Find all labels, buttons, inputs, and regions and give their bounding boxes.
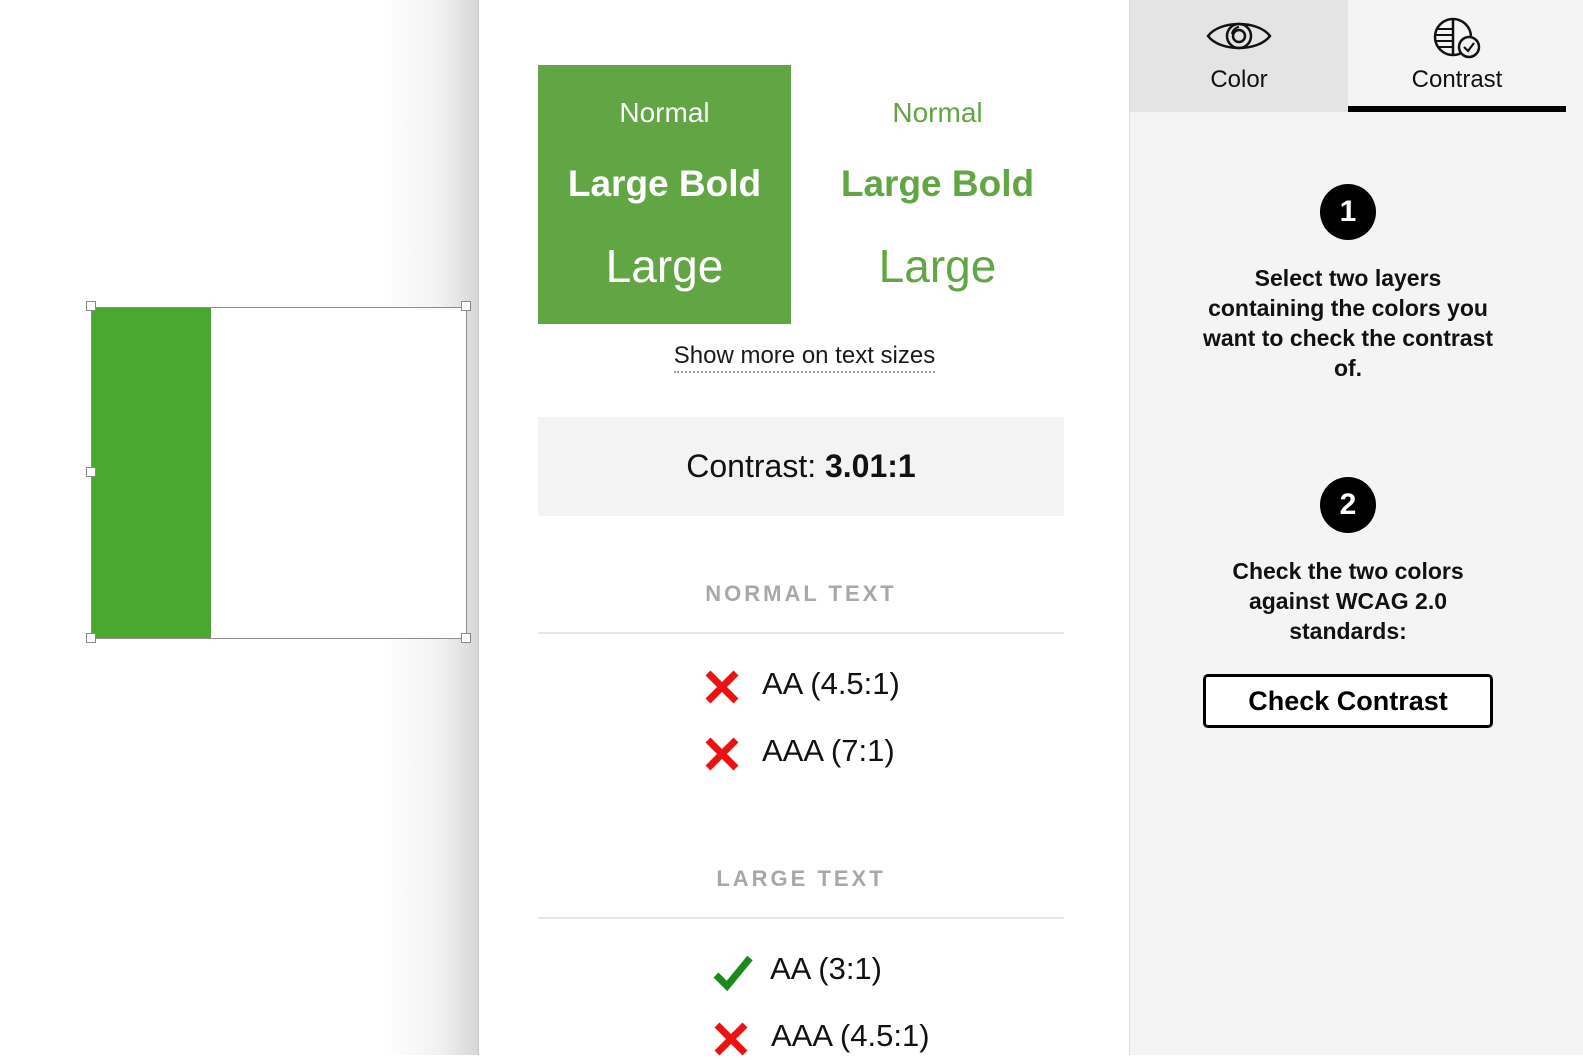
result-label: AA (3:1)	[770, 951, 882, 986]
preview-large-bold-text: Large Bold	[567, 163, 762, 204]
resize-handle-bottom-left[interactable]	[86, 633, 96, 643]
pass-check-icon	[713, 955, 753, 992]
contrast-label: Contrast:	[686, 448, 817, 484]
resize-handle-top-left[interactable]	[86, 301, 96, 311]
step-number-badge: 1	[1320, 184, 1376, 240]
result-row-large-aa: AA (3:1)	[479, 949, 1130, 993]
preview-large-bold-text: Large Bold	[840, 163, 1035, 204]
result-label: AAA (4.5:1)	[771, 1018, 930, 1053]
step-number-badge: 2	[1320, 477, 1376, 533]
preview-normal-text: Normal	[619, 97, 710, 128]
contrast-results-panel: Normal Large Bold Large Normal Large Bol…	[478, 0, 1130, 1056]
plugin-sidebar: Color Contrast 1 Select two layers conta…	[1129, 0, 1583, 1055]
preview-on-green: Normal Large Bold Large	[538, 65, 791, 324]
white-rectangle-layer[interactable]	[211, 308, 466, 638]
tab-contrast-label: Contrast	[1411, 66, 1503, 93]
contrast-icon	[1433, 17, 1481, 59]
result-row-large-aaa: AAA (4.5:1)	[479, 1016, 1130, 1060]
tab-contrast[interactable]: Contrast	[1348, 0, 1566, 112]
tab-bar: Color Contrast	[1130, 0, 1583, 112]
preview-large-text: Large	[878, 240, 997, 292]
tab-color[interactable]: Color	[1130, 0, 1348, 112]
section-heading-large-text: LARGE TEXT	[716, 866, 886, 891]
check-contrast-button[interactable]: Check Contrast	[1203, 674, 1493, 728]
step-instruction: Select two layers containing the colors …	[1202, 265, 1494, 381]
preview-normal-text: Normal	[892, 97, 983, 128]
divider	[538, 632, 1064, 634]
contrast-value: 3.01:1	[824, 448, 916, 484]
section-heading-normal-text: NORMAL TEXT	[705, 581, 897, 606]
result-label: AA (4.5:1)	[762, 666, 900, 701]
resize-handle-bottom-right[interactable]	[461, 633, 471, 643]
divider	[538, 917, 1064, 919]
show-more-text-sizes-link[interactable]: Show more on text sizes	[673, 342, 936, 373]
result-label: AAA (7:1)	[762, 733, 895, 768]
design-canvas[interactable]	[0, 0, 478, 1055]
fail-x-icon	[705, 737, 739, 771]
fail-x-icon	[705, 670, 739, 704]
resize-handle-top-right[interactable]	[461, 301, 471, 311]
fail-x-icon	[714, 1022, 748, 1056]
result-row-normal-aaa: AAA (7:1)	[479, 731, 1130, 775]
tab-color-label: Color	[1210, 66, 1268, 93]
result-row-normal-aa: AA (4.5:1)	[479, 664, 1130, 708]
preview-on-white: Normal Large Bold Large	[811, 65, 1064, 324]
green-rectangle-layer[interactable]	[92, 308, 211, 638]
show-more-text-sizes-link-wrap: Show more on text sizes	[479, 342, 1130, 373]
step-instruction: Check the two colors against WCAG 2.0 st…	[1232, 558, 1464, 644]
tab-bar-filler	[1566, 0, 1583, 112]
contrast-ratio-box: Contrast: 3.01:1	[538, 417, 1064, 516]
resize-handle-middle-left[interactable]	[86, 467, 96, 477]
eye-icon	[1206, 22, 1272, 50]
preview-large-text: Large	[605, 240, 724, 292]
text-size-preview: Normal Large Bold Large Normal Large Bol…	[538, 65, 1064, 324]
